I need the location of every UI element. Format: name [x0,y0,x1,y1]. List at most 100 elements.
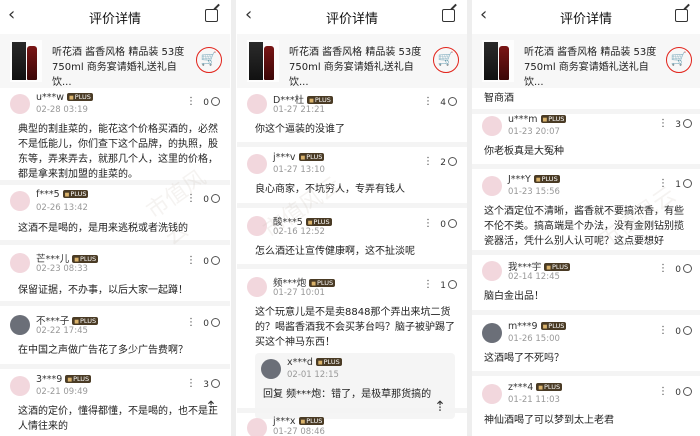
username: 3***9 [36,374,63,385]
like-count: 0 [203,257,209,267]
like-button[interactable]: 1 [675,179,692,190]
cart-icon[interactable]: 🛒 [196,47,222,73]
product-title: 听花酒 酱香风格 精品装 53度 750ml 商务宴请婚礼送礼自饮... [289,47,422,88]
like-button[interactable]: 0 [203,256,220,267]
review-date: 02-26 13:42 [36,203,88,213]
more-icon[interactable]: ⋮ [186,378,196,389]
more-icon[interactable]: ⋮ [423,279,433,290]
review-date: 02-01 12:15 [287,370,339,380]
divider [237,264,467,269]
review-date: 02-28 03:19 [36,105,88,115]
avatar [10,191,30,211]
divider [472,310,700,315]
username: x***d [287,357,313,368]
thumb-up-icon [683,119,692,128]
like-button[interactable]: 0 [675,264,692,275]
product-title: 听花酒 酱香风格 精品装 53度 750ml 商务宴请婚礼送礼自饮... [52,47,185,88]
plus-badge: PLUS [315,358,342,366]
more-icon[interactable]: ⋮ [658,118,668,129]
review-text: 这个玩意儿是不是卖8848那个弄出来坑二货的？喝酱香酒我不会买茅台吗？脑子被驴踢… [255,307,455,348]
panel-divider [231,0,236,436]
thumb-up-icon [683,326,692,335]
header: ‹ 评价详情 [237,0,467,34]
plus-badge: PLUS [309,279,336,287]
header: ‹ 评价详情 [472,0,700,34]
like-button[interactable]: 0 [440,219,457,230]
divider [472,109,700,114]
username: f***5 [36,189,60,200]
product-card[interactable]: 听花酒 酱香风格 精品装 53度 750ml 商务宴请婚礼送礼自饮... 🛒 [472,34,700,88]
plus-badge: PLUS [540,322,567,330]
username: u***m [508,114,538,125]
like-button[interactable]: 3 [675,119,692,130]
plus-badge: PLUS [298,153,325,161]
divider [0,301,230,306]
like-button[interactable]: 2 [440,157,457,168]
plus-badge: PLUS [533,175,560,183]
like-count: 2 [440,158,446,168]
review-date: 01-23 20:07 [508,127,560,137]
review-text: 神仙酒喝了可以梦到太上老君 [484,415,614,426]
review-date: 02-23 08:33 [36,264,88,274]
plus-badge: PLUS [62,190,89,198]
more-icon[interactable]: ⋮ [423,218,433,229]
back-to-top-icon[interactable]: ⇡ [431,398,449,416]
cart-icon[interactable]: 🛒 [666,47,692,73]
share-icon[interactable] [675,9,688,22]
like-count: 0 [203,319,209,329]
username: j***v [273,152,296,163]
like-button[interactable]: 1 [440,280,457,291]
like-button[interactable]: 0 [203,97,220,108]
more-icon[interactable]: ⋮ [658,325,668,336]
more-icon[interactable]: ⋮ [658,386,668,397]
avatar [10,315,30,335]
more-icon[interactable]: ⋮ [186,96,196,107]
avatar [247,418,267,436]
thumb-up-icon [211,256,220,265]
more-icon[interactable]: ⋮ [423,96,433,107]
review-date: 01-27 21:21 [273,105,325,115]
more-icon[interactable]: ⋮ [423,156,433,167]
avatar [482,384,502,404]
avatar [10,94,30,114]
review-text: 这酒的定价，懂得都懂，不是喝的，也不是正人情往来的 [18,406,218,432]
product-image [482,40,514,82]
share-icon[interactable] [442,9,455,22]
like-button[interactable]: 0 [203,318,220,329]
product-card[interactable]: 听花酒 酱香风格 精品装 53度 750ml 商务宴请婚礼送礼自饮... 🛒 [0,34,230,88]
reply-text: 回复 频***炮：错了，是极草那货搞的 [263,389,432,400]
thumb-up-icon [448,157,457,166]
thumb-up-icon [211,318,220,327]
username: m***9 [508,321,538,332]
like-button[interactable]: 0 [675,326,692,337]
avatar [247,94,267,114]
avatar [247,277,267,297]
cart-icon[interactable]: 🛒 [433,47,459,73]
product-image [247,40,279,82]
share-icon[interactable] [205,9,218,22]
review-date: 01-27 10:01 [273,288,325,298]
plus-badge: PLUS [72,317,99,325]
like-count: 0 [675,265,681,275]
like-button[interactable]: 3 [203,379,220,390]
review-date: 02-14 12:45 [508,272,560,282]
review-text: 在中国之声做广告花了多少广告费啊？ [18,345,188,356]
more-icon[interactable]: ⋮ [186,317,196,328]
like-button[interactable]: 4 [440,97,457,108]
plus-badge: PLUS [72,255,99,263]
like-button[interactable]: 0 [675,387,692,398]
avatar [261,359,281,379]
like-count: 3 [203,380,209,390]
page-title: 评价详情 [88,12,141,27]
product-card[interactable]: 听花酒 酱香风格 精品装 53度 750ml 商务宴请婚礼送礼自饮... 🛒 [237,34,467,88]
thumb-up-icon [448,219,457,228]
username: j***x [273,416,296,427]
divider [0,364,230,369]
avatar [247,154,267,174]
more-icon[interactable]: ⋮ [186,255,196,266]
product-image [10,40,42,82]
divider [472,164,700,169]
username: J***Y [508,174,531,185]
more-icon[interactable]: ⋮ [658,263,668,274]
back-to-top-icon[interactable]: ⇡ [202,398,220,416]
